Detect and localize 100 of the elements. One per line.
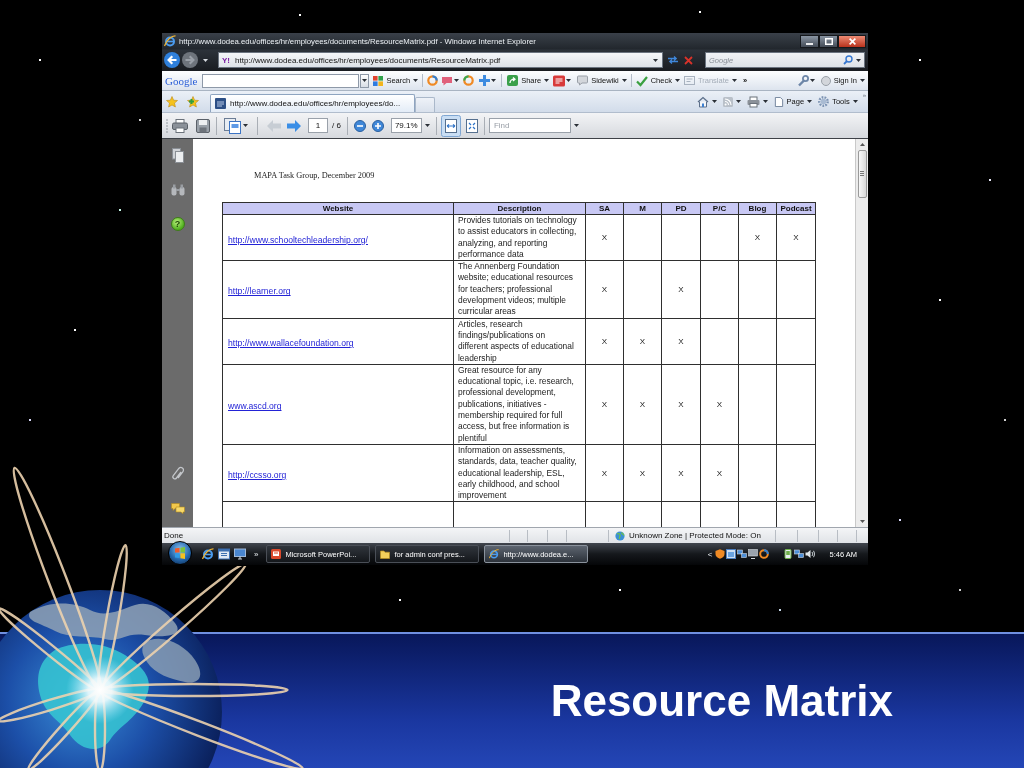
column-header: PD (661, 202, 701, 215)
printer-icon[interactable] (172, 118, 188, 133)
monitor-icon[interactable] (748, 549, 759, 559)
column-header: Podcast (776, 202, 816, 215)
scroll-up-icon[interactable] (859, 143, 865, 146)
caret-icon[interactable] (454, 79, 460, 82)
caret-icon[interactable] (852, 100, 858, 103)
note-icon[interactable] (553, 74, 566, 87)
website-link[interactable]: www.ascd.org (228, 401, 282, 412)
more-button[interactable]: » (254, 549, 259, 559)
caret-icon[interactable] (762, 100, 768, 103)
browser-icon[interactable] (202, 548, 214, 560)
table-cell: X (661, 364, 701, 445)
column-header: Website (222, 202, 454, 215)
home-icon[interactable] (696, 95, 709, 108)
gear-icon (818, 96, 830, 107)
check-icon (635, 74, 648, 87)
table-cell: X (661, 318, 701, 365)
slide-title: Resource Matrix (550, 679, 893, 723)
desktop-icon[interactable] (234, 548, 246, 560)
caret-icon[interactable] (573, 124, 579, 127)
fit-width-icon[interactable] (440, 114, 461, 137)
caret-icon[interactable] (243, 124, 248, 127)
scrollbar[interactable] (855, 139, 868, 527)
minimize-icon (806, 42, 813, 45)
browser-icon (489, 549, 500, 559)
globe-icon (615, 530, 625, 541)
comments-icon[interactable] (170, 503, 185, 514)
binoculars-icon[interactable] (170, 184, 185, 196)
caret-icon[interactable] (860, 79, 865, 82)
caret-icon[interactable] (674, 79, 680, 82)
scroll-down-icon[interactable] (859, 520, 865, 523)
slides-icon (271, 549, 282, 559)
caret-icon[interactable] (856, 58, 861, 62)
toolbar-search-field[interactable] (202, 73, 360, 88)
minimize-button[interactable] (800, 34, 819, 48)
printer-icon[interactable] (746, 95, 760, 108)
tab[interactable]: http://www.dodea.edu/offices/hr/employees/do... (210, 94, 415, 112)
website-link[interactable]: http://www.schooltechleadership.org/ (228, 234, 368, 245)
search-icon[interactable] (843, 55, 853, 65)
caret-icon[interactable] (653, 58, 658, 62)
phone-icon[interactable] (783, 549, 794, 559)
paperclip-icon[interactable] (171, 466, 184, 482)
caret-icon[interactable] (711, 100, 717, 103)
page-icon (215, 98, 226, 109)
caret-icon[interactable] (621, 79, 627, 82)
caret-icon[interactable] (809, 79, 815, 82)
window-icon[interactable] (218, 548, 230, 560)
pages-icon[interactable] (224, 117, 242, 134)
right-arrow-icon[interactable] (287, 118, 301, 133)
website-link[interactable]: http://learner.org (228, 286, 291, 297)
table-cell: X (738, 214, 777, 261)
caret-icon[interactable] (424, 124, 430, 127)
refresh-icon[interactable] (667, 55, 679, 65)
page-count: / 6 (332, 121, 341, 130)
caret-icon[interactable] (807, 100, 813, 103)
website-link[interactable]: http://www.wallacefoundation.org (228, 338, 354, 349)
speaker-icon[interactable] (805, 549, 816, 559)
window-icon[interactable] (726, 549, 737, 559)
zoom-out-icon[interactable] (353, 119, 366, 132)
star-icon[interactable] (166, 95, 178, 108)
ring-icon[interactable] (427, 75, 439, 86)
network-icon[interactable] (794, 549, 805, 559)
translate-icon (683, 75, 695, 86)
maximize-button[interactable] (819, 34, 838, 48)
close-icon (848, 37, 856, 45)
back-arrow-icon[interactable] (164, 52, 180, 68)
table-cell: X (585, 260, 624, 319)
table-cell: X (700, 364, 739, 445)
flag-icon (174, 546, 186, 559)
caret-icon[interactable] (566, 79, 572, 82)
address-field[interactable]: Y! http://www.dodea.edu/offices/hr/employees/documents/ResourceMatrix.pdf (218, 52, 663, 68)
table-cell: X (661, 260, 701, 319)
floppy-icon[interactable] (196, 118, 210, 133)
caret-icon[interactable] (491, 79, 497, 82)
page-number-field[interactable]: 1 (308, 118, 328, 133)
caret-icon[interactable] (362, 79, 368, 82)
tray-expand-button[interactable]: < (707, 549, 713, 559)
caret-icon[interactable] (203, 58, 208, 62)
shield-icon[interactable] (715, 549, 726, 559)
pages-icon[interactable] (171, 148, 184, 163)
website-link[interactable]: http://ccsso.org (228, 470, 287, 481)
table-cell: Great resource for any educational topic, i.e. research, professional development, publications, initiatives - membership required for full access, but free information is plentiful (453, 364, 586, 445)
scrollbar-thumb[interactable] (857, 150, 867, 198)
stop-icon[interactable] (684, 55, 693, 65)
ring-icon[interactable] (759, 549, 770, 559)
disc-icon (820, 75, 831, 86)
caret-icon[interactable] (735, 100, 741, 103)
fit-page-icon[interactable] (465, 118, 478, 133)
help-button[interactable]: ? (170, 217, 185, 231)
zoom-in-icon[interactable] (371, 119, 384, 132)
close-button[interactable] (838, 34, 866, 48)
network-icon[interactable] (737, 549, 748, 559)
document-heading: MAPA Task Group, December 2009 (254, 170, 375, 182)
star-plus-icon[interactable] (187, 95, 200, 108)
caret-icon[interactable] (413, 79, 419, 82)
zoom-field[interactable]: 79.1% (390, 118, 422, 133)
caret-icon[interactable] (544, 79, 550, 82)
dropdown-button[interactable] (360, 73, 370, 88)
page-icon (773, 96, 784, 107)
